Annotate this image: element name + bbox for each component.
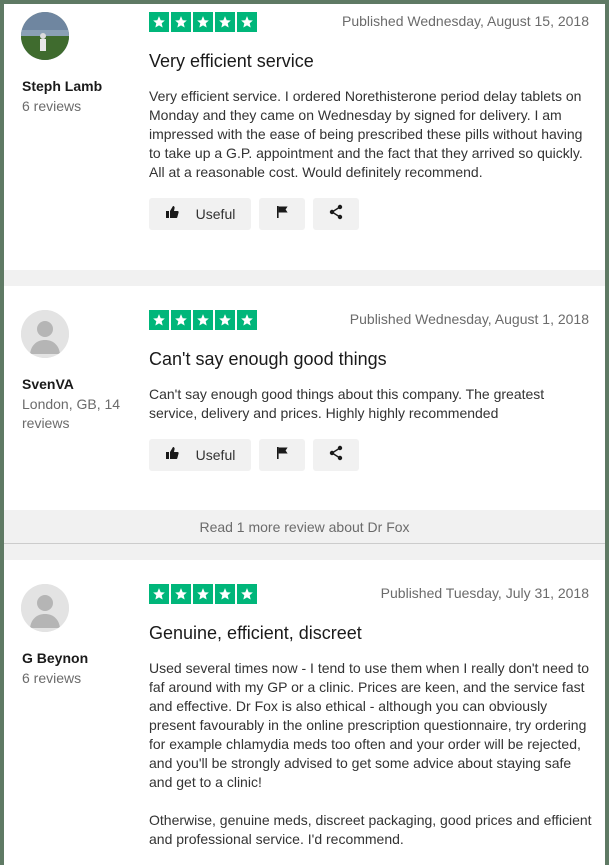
useful-label: Useful bbox=[195, 447, 236, 463]
star-icon bbox=[215, 310, 235, 330]
star-icon bbox=[237, 310, 257, 330]
published-date: Published Tuesday, July 31, 2018 bbox=[380, 585, 589, 601]
star-icon bbox=[149, 12, 169, 32]
user-photo-icon bbox=[21, 12, 69, 60]
report-button[interactable] bbox=[259, 439, 305, 471]
star-icon bbox=[237, 584, 257, 604]
share-icon bbox=[328, 204, 344, 225]
default-avatar-icon bbox=[21, 310, 69, 358]
review-title[interactable]: Can't say enough good things bbox=[149, 349, 387, 370]
useful-label: Useful bbox=[195, 206, 236, 222]
reviewer-name[interactable]: G Beynon bbox=[22, 650, 88, 666]
avatar[interactable] bbox=[21, 310, 69, 358]
share-button[interactable] bbox=[313, 198, 359, 230]
star-icon bbox=[171, 12, 191, 32]
useful-button[interactable]: Useful bbox=[149, 439, 251, 471]
review-card: G Beynon 6 reviews Published Tuesday, Ju… bbox=[4, 560, 605, 865]
reviews-list: Steph Lamb 6 reviews Published Wednesday… bbox=[4, 4, 605, 865]
star-icon bbox=[171, 310, 191, 330]
star-icon bbox=[215, 12, 235, 32]
reviewer-meta: 6 reviews bbox=[22, 98, 82, 114]
star-icon bbox=[149, 584, 169, 604]
star-icon bbox=[215, 584, 235, 604]
star-icon bbox=[237, 12, 257, 32]
reviewer-name[interactable]: SvenVA bbox=[22, 376, 74, 392]
review-body: Can't say enough good things about this … bbox=[149, 385, 594, 423]
share-button[interactable] bbox=[313, 439, 359, 471]
review-body: Very efficient service. I ordered Noreth… bbox=[149, 87, 594, 182]
review-paragraph: Otherwise, genuine meds, discreet packag… bbox=[149, 812, 592, 847]
review-separator bbox=[4, 270, 605, 286]
more-reviews-link[interactable]: Read 1 more review about Dr Fox bbox=[4, 510, 605, 544]
review-paragraph: Can't say enough good things about this … bbox=[149, 386, 545, 421]
flag-icon bbox=[275, 446, 289, 465]
star-rating bbox=[149, 310, 257, 330]
star-icon bbox=[149, 310, 169, 330]
review-title[interactable]: Genuine, efficient, discreet bbox=[149, 623, 362, 644]
star-rating bbox=[149, 584, 257, 604]
published-date: Published Wednesday, August 15, 2018 bbox=[342, 13, 589, 29]
thumbs-up-icon bbox=[165, 205, 179, 224]
review-card: SvenVA London, GB, 14 reviews Published … bbox=[4, 286, 605, 510]
star-rating bbox=[149, 12, 257, 32]
published-date: Published Wednesday, August 1, 2018 bbox=[349, 311, 589, 327]
star-icon bbox=[193, 584, 213, 604]
report-button[interactable] bbox=[259, 198, 305, 230]
reviewer-name[interactable]: Steph Lamb bbox=[22, 78, 102, 94]
default-avatar-icon bbox=[21, 584, 69, 632]
avatar[interactable] bbox=[21, 584, 69, 632]
useful-button[interactable]: Useful bbox=[149, 198, 251, 230]
review-paragraph: Used several times now - I tend to use t… bbox=[149, 660, 590, 790]
reviewer-meta: 6 reviews bbox=[22, 670, 82, 686]
thumbs-up-icon bbox=[165, 446, 179, 465]
flag-icon bbox=[275, 205, 289, 224]
star-icon bbox=[193, 310, 213, 330]
review-separator bbox=[4, 544, 605, 560]
review-title[interactable]: Very efficient service bbox=[149, 51, 314, 72]
review-card: Steph Lamb 6 reviews Published Wednesday… bbox=[4, 4, 605, 270]
share-icon bbox=[328, 445, 344, 466]
star-icon bbox=[171, 584, 191, 604]
avatar[interactable] bbox=[21, 12, 69, 60]
review-paragraph: Very efficient service. I ordered Noreth… bbox=[149, 88, 583, 180]
review-body: Used several times now - I tend to use t… bbox=[149, 659, 594, 849]
star-icon bbox=[193, 12, 213, 32]
reviewer-meta: London, GB, 14 reviews bbox=[22, 396, 121, 431]
